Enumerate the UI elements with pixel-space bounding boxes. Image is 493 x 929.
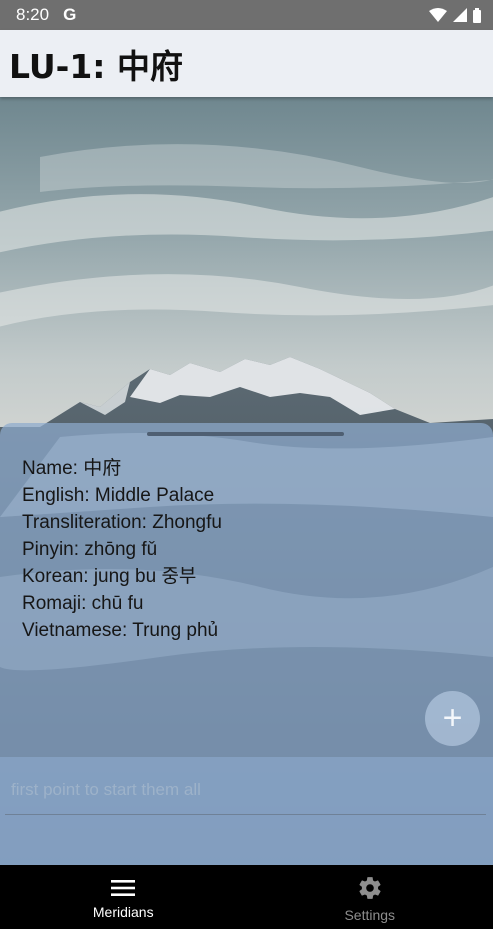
bottom-navigation: Meridians Settings xyxy=(0,865,493,929)
point-romaji: Romaji: chū fu xyxy=(22,593,144,614)
add-button[interactable]: + xyxy=(425,691,480,746)
gear-icon xyxy=(359,877,381,899)
point-transliteration: Transliteration: Zhongfu xyxy=(22,512,222,533)
nav-label-meridians: Meridians xyxy=(92,904,154,920)
notes-input[interactable] xyxy=(5,765,486,815)
status-icons xyxy=(429,7,481,23)
page-title: LU-1: 中府 xyxy=(9,46,183,86)
notes-area xyxy=(0,757,493,865)
plus-icon: + xyxy=(442,699,463,737)
nav-item-meridians[interactable]: Meridians xyxy=(0,865,247,929)
point-details-sheet[interactable]: Name: 中府 English: Middle Palace Translit… xyxy=(0,423,493,757)
point-name: Name: 中府 xyxy=(22,458,122,479)
status-time: 8:20 xyxy=(16,5,50,24)
point-vietnamese: Vietnamese: Trung phủ xyxy=(22,620,219,641)
battery-icon xyxy=(473,7,481,23)
nav-label-settings: Settings xyxy=(344,907,396,923)
point-info-list: Name: 中府 English: Middle Palace Translit… xyxy=(22,455,222,644)
menu-icon xyxy=(111,880,136,896)
sheet-drag-handle[interactable] xyxy=(147,432,344,436)
point-pinyin: Pinyin: zhōng fǔ xyxy=(22,539,158,560)
signal-icon xyxy=(453,8,467,22)
app-bar: LU-1: 中府 xyxy=(0,30,493,97)
google-icon: G xyxy=(63,5,77,24)
nav-item-settings[interactable]: Settings xyxy=(247,865,493,929)
wifi-icon xyxy=(429,8,447,22)
point-english: English: Middle Palace xyxy=(22,485,215,506)
status-bar: 8:20 G xyxy=(0,0,493,30)
point-korean: Korean: jung bu 중부 xyxy=(22,566,197,587)
